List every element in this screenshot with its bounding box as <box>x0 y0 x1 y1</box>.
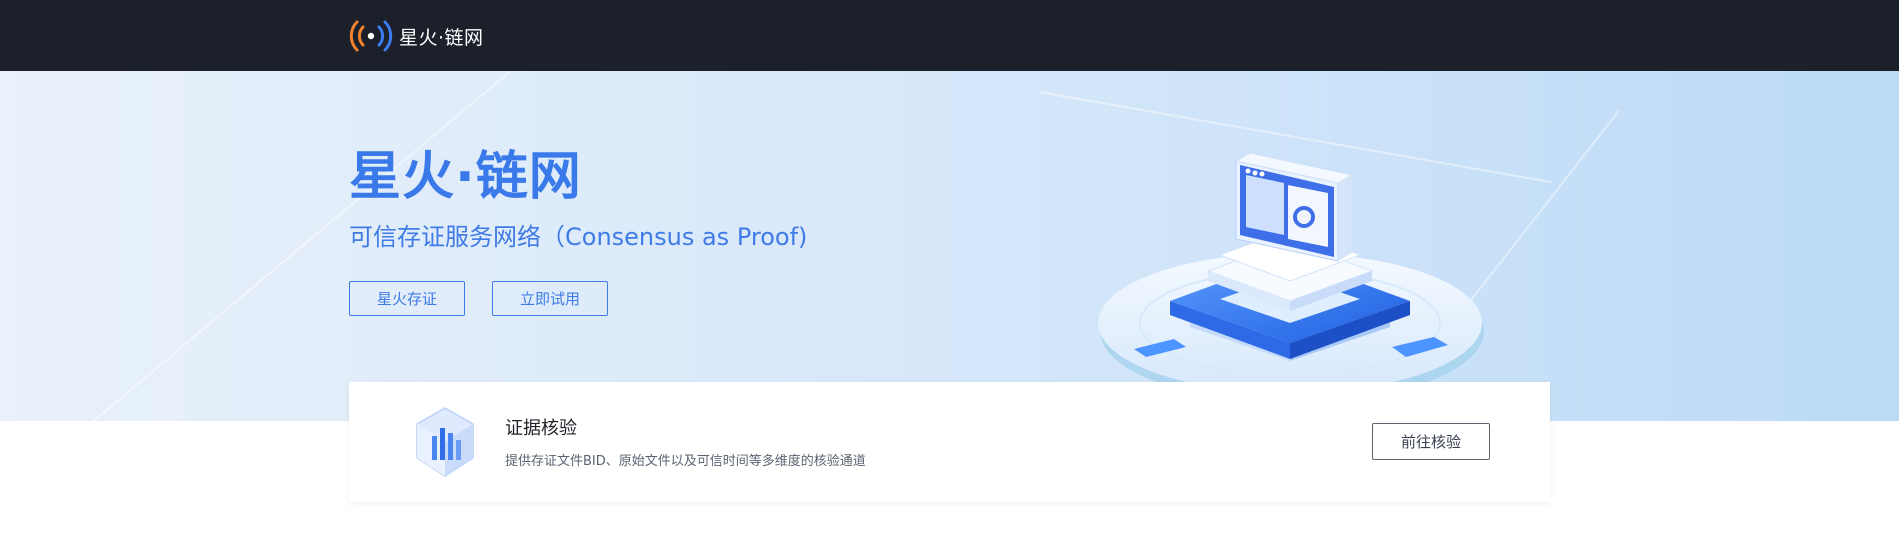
evidence-verification-card: 证据核验 提供存证文件BID、原始文件以及可信时间等多维度的核验通道 前往核验 <box>349 382 1550 502</box>
card-description: 提供存证文件BID、原始文件以及可信时间等多维度的核验通道 <box>505 454 866 469</box>
blockchain-platform-illustration <box>1090 91 1490 421</box>
hero-title: 星火·链网 <box>349 147 582 207</box>
top-navbar: 星火·链网 <box>0 0 1899 71</box>
brand-name: 星火·链网 <box>399 26 484 49</box>
brand-logo[interactable]: 星火·链网 <box>349 19 484 53</box>
card-title: 证据核验 <box>505 418 577 439</box>
radio-signal-icon <box>349 19 393 53</box>
spark-evidence-button[interactable]: 星火存证 <box>349 281 465 316</box>
hero-subtitle: 可信存证服务网络（Consensus as Proof) <box>349 223 808 251</box>
data-cube-icon <box>415 406 475 482</box>
hero-banner: 星火·链网 可信存证服务网络（Consensus as Proof) 星火存证 … <box>0 71 1899 421</box>
try-now-button[interactable]: 立即试用 <box>492 281 608 316</box>
go-verify-button[interactable]: 前往核验 <box>1372 423 1490 460</box>
